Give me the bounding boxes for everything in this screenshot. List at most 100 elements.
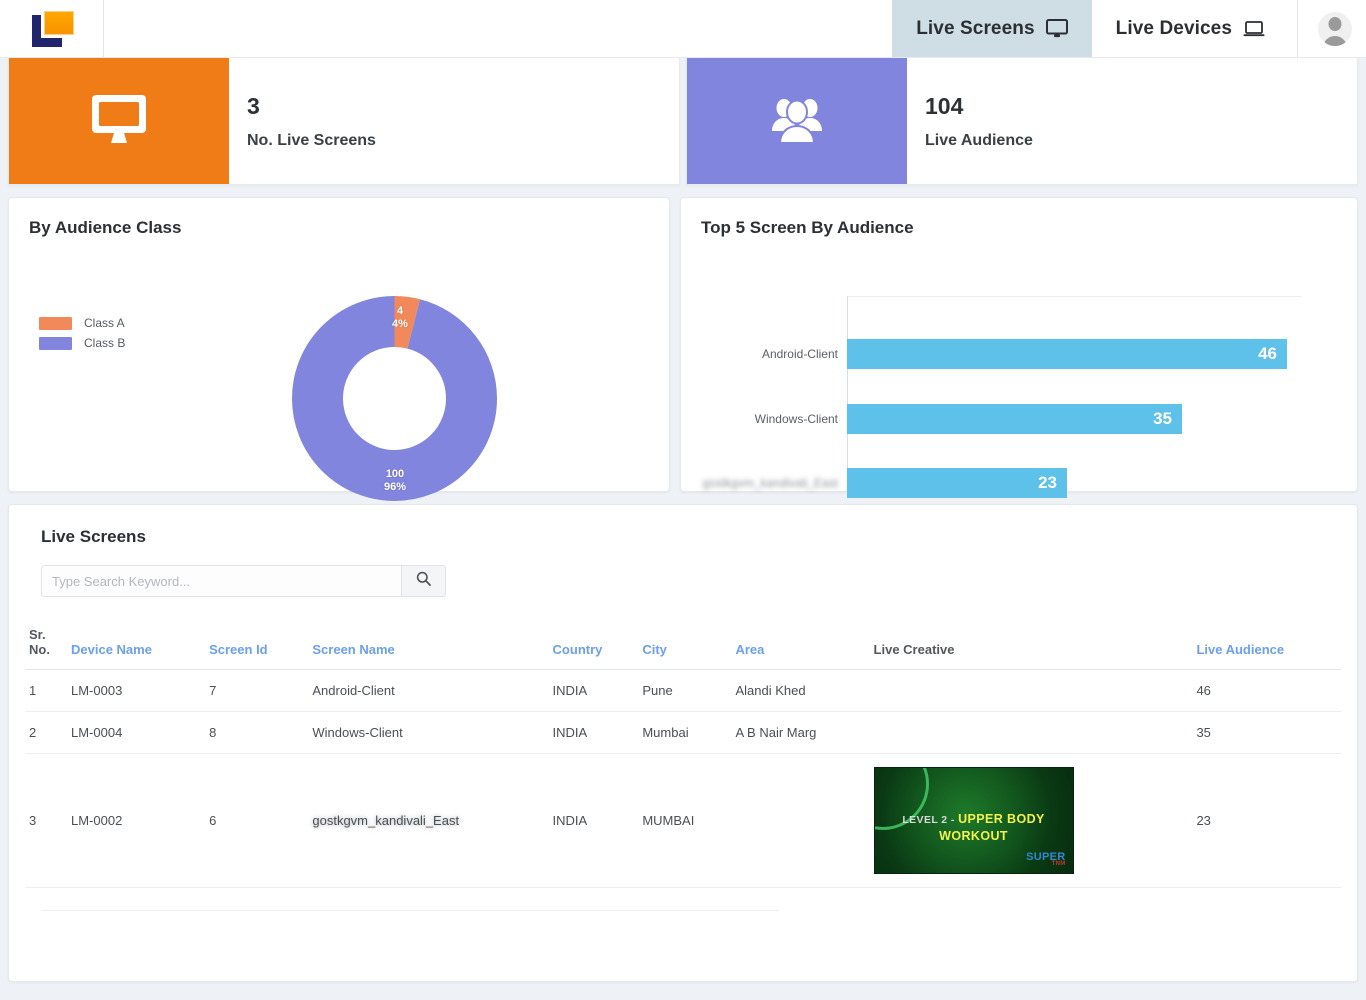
live-screens-table: Sr. No. Device Name Screen Id Screen Nam… [25, 621, 1341, 888]
table-header-row: Sr. No. Device Name Screen Id Screen Nam… [25, 621, 1341, 670]
donut-label-class-b: 100 96% [366, 468, 424, 494]
panel-title-top5: Top 5 Screen By Audience [701, 218, 914, 237]
legend-item-class-a[interactable]: Class A [39, 316, 125, 330]
legend-item-class-b[interactable]: Class B [39, 336, 125, 350]
cell-screen-id: 6 [205, 753, 309, 888]
cell-country: INDIA [548, 669, 639, 712]
users-icon [766, 91, 828, 152]
col-area[interactable]: Area [731, 621, 870, 670]
cell-sr: 2 [25, 711, 67, 754]
creative-line1-text: UPPER BODY [958, 812, 1045, 826]
avatar[interactable] [1318, 11, 1352, 46]
app-logo[interactable] [0, 0, 104, 57]
panel-title-audience-class: By Audience Class [29, 218, 182, 237]
table-row[interactable]: 3 LM-0002 6 gostkgvm_kandivali_East INDI… [25, 753, 1341, 888]
table-row[interactable]: 1 LM-0003 7 Android-Client INDIA Pune Al… [25, 669, 1341, 712]
stat-value-live-audience: 104 [925, 92, 964, 119]
donut-value-class-a: 4 [396, 305, 404, 317]
legend-swatch-class-b [39, 336, 72, 350]
bar-2[interactable]: 35 [847, 404, 1182, 434]
donut-percent-class-b: 96% [383, 481, 407, 493]
creative-thumbnail[interactable]: LEVEL 2 - UPPER BODY WORKOUT SUPER TNM [873, 767, 1074, 874]
donut-chart-area: Class A Class B 4 4% 100 96% [9, 238, 669, 501]
live-screens-title: Live Screens [41, 527, 146, 546]
stat-label-live-screens: No. Live Screens [247, 131, 376, 149]
bar-3[interactable]: 23 [847, 468, 1067, 498]
cell-live-audience: 23 [1192, 753, 1341, 888]
bar-row-2[interactable]: Windows-Client 35 [681, 404, 1357, 434]
creative-headline-line1: LEVEL 2 - UPPER BODY [875, 812, 1073, 826]
bar-chart-y-axis [847, 296, 848, 470]
bar-value-1: 46 [1258, 344, 1277, 363]
bar-label-3: gostkgvm_kandivali_East [702, 476, 838, 490]
cell-country: INDIA [548, 753, 639, 888]
cell-area: A B Nair Marg [731, 711, 870, 754]
cell-device-name: LM-0004 [67, 711, 206, 754]
cell-live-audience: 35 [1192, 711, 1341, 754]
bar-label-1: Android-Client [761, 347, 838, 361]
bar-value-2: 35 [1153, 409, 1172, 428]
cell-screen-name: gostkgvm_kandivali_East [308, 753, 549, 888]
col-live-creative: Live Creative [869, 621, 1193, 670]
panel-by-audience-class: By Audience Class Class A Class B 4 4% 1… [8, 197, 670, 501]
cell-sr: 3 [25, 753, 67, 888]
cell-area [731, 753, 870, 888]
cell-live-creative [869, 711, 1193, 754]
col-screen-id[interactable]: Screen Id [205, 621, 309, 670]
cell-city: MUMBAI [638, 753, 732, 888]
nav-item-live-screens[interactable]: Live Screens [892, 0, 1092, 57]
cell-screen-name: Android-Client [308, 669, 549, 712]
table-footer-divider [41, 910, 779, 911]
cell-screen-name: Windows-Client [308, 711, 549, 754]
stat-label-live-audience: Live Audience [925, 131, 1033, 149]
cell-live-creative: LEVEL 2 - UPPER BODY WORKOUT SUPER TNM [869, 753, 1193, 888]
donut-percent-class-a: 4% [392, 318, 408, 330]
donut-label-class-a: 4 4% [386, 305, 414, 331]
donut-chart[interactable]: 4 4% 100 96% [292, 296, 497, 501]
cell-screen-id: 7 [205, 669, 309, 712]
laptop-icon [1243, 20, 1265, 38]
search-button[interactable] [401, 565, 446, 597]
charts-row: By Audience Class Class A Class B 4 4% 1… [0, 185, 1366, 501]
cell-live-audience: 46 [1192, 669, 1341, 712]
col-sr-no: Sr. No. [25, 621, 67, 670]
desktop-icon [88, 91, 150, 152]
donut-legend: Class A Class B [39, 316, 125, 356]
creative-level-prefix: LEVEL 2 - [902, 814, 959, 826]
cell-device-name: LM-0002 [67, 753, 206, 888]
live-screens-table-card: Live Screens Sr. No. Device Name Screen … [8, 504, 1358, 982]
legend-label-class-b: Class B [84, 336, 126, 350]
bar-1[interactable]: 46 [847, 339, 1287, 369]
bar-row-1[interactable]: Android-Client 46 [681, 339, 1357, 369]
search-row [41, 565, 1341, 597]
cell-city: Pune [638, 669, 732, 712]
bar-label-2: Windows-Client [754, 412, 838, 426]
creative-brand-logo: SUPER TNM [1026, 851, 1065, 867]
cell-sr: 1 [25, 669, 67, 712]
creative-headline-line2: WORKOUT [939, 829, 1008, 843]
search-input[interactable] [41, 565, 401, 597]
stat-icon-desktop-wrap [9, 58, 229, 184]
stat-card-live-screens: 3 No. Live Screens [8, 58, 680, 185]
col-live-audience[interactable]: Live Audience [1192, 621, 1341, 670]
panel-top5-screen-by-audience: Top 5 Screen By Audience Android-Client … [680, 197, 1358, 498]
user-avatar-container[interactable] [1297, 0, 1366, 57]
logo-orange-square-icon [43, 10, 74, 35]
bar-row-3[interactable]: gostkgvm_kandivali_East 23 [681, 468, 1357, 498]
col-city[interactable]: City [638, 621, 732, 670]
desktop-icon [1045, 19, 1068, 38]
nav-item-live-devices[interactable]: Live Devices [1092, 0, 1289, 57]
top-navigation: Live Screens Live Devices [104, 0, 1366, 57]
col-country[interactable]: Country [548, 621, 639, 670]
col-device-name[interactable]: Device Name [67, 621, 206, 670]
cell-city: Mumbai [638, 711, 732, 754]
bar-chart-top-gridline [847, 296, 1301, 297]
cell-screen-id: 8 [205, 711, 309, 754]
table-row[interactable]: 2 LM-0004 8 Windows-Client INDIA Mumbai … [25, 711, 1341, 754]
bar-chart-area: Android-Client 46 Windows-Client 35 gost… [681, 238, 1357, 498]
stat-icon-users-wrap [687, 58, 907, 184]
legend-label-class-a: Class A [84, 316, 125, 330]
col-screen-name[interactable]: Screen Name [308, 621, 549, 670]
cell-country: INDIA [548, 711, 639, 754]
cell-area: Alandi Khed [731, 669, 870, 712]
